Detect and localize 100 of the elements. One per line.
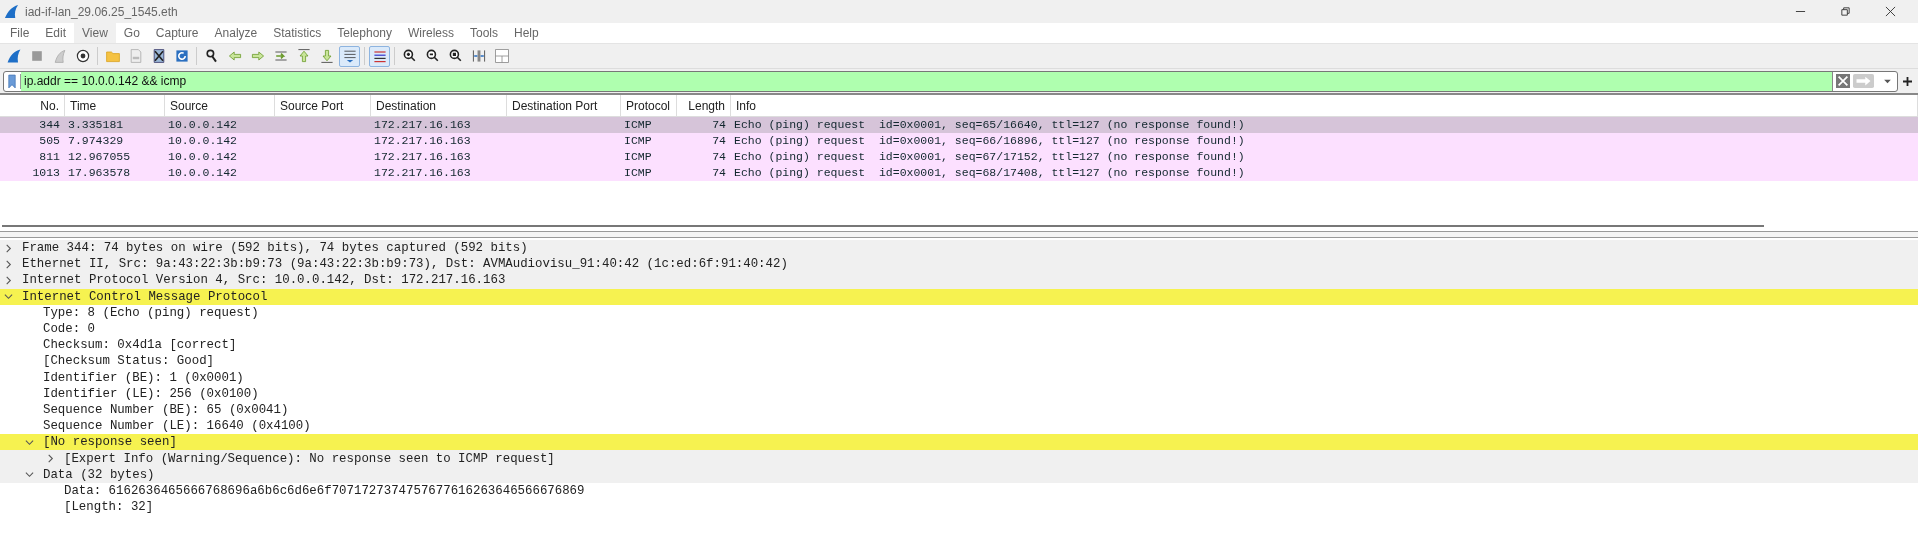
tree-row[interactable]: Code: 0 bbox=[0, 320, 1918, 338]
column-header[interactable]: Protocol bbox=[621, 95, 677, 116]
add-icon[interactable] bbox=[1903, 76, 1912, 86]
menu-item[interactable]: Edit bbox=[37, 23, 75, 43]
menu-item[interactable]: Tools bbox=[462, 23, 506, 43]
shark-fin-icon bbox=[4, 4, 19, 19]
tree-row[interactable]: Ethernet II, Src: 9a:43:22:3b:b9:73 (9a:43:22:3b:b9:73), Dst: AVMAudiovisu_91:40:42 (1c:ed:6f:91:40:42) bbox=[0, 256, 1918, 273]
table-cell-text: Echo (ping) request id=0x0001, seq=66/16896, ttl=127 (no response found!) bbox=[733, 133, 1246, 149]
colorize-icon[interactable] bbox=[369, 45, 390, 67]
table-cell-text: 10.0.0.142 bbox=[167, 165, 238, 181]
menu-item[interactable]: Go bbox=[115, 23, 148, 43]
packet-row[interactable]: 505 7.974329 10.0.0.142 172.217.16.163 ICMP 74 Echo (ping) request id=0x0001, seq=66/16896, ttl=127 (no response found!) bbox=[0, 133, 1918, 149]
menu-item[interactable]: Statistics bbox=[265, 23, 330, 43]
table-cell-text: 7.974329 bbox=[67, 133, 125, 149]
tree-item-text: Sequence Number (BE): 65 (0x0041) bbox=[43, 402, 289, 417]
menu-item[interactable]: Analyze bbox=[206, 23, 266, 43]
tree-item-text: Type: 8 (Echo (ping) request) bbox=[43, 305, 259, 320]
window-title: iad-if-lan_29.06.25_1545.eth bbox=[25, 4, 178, 19]
splitter-handle[interactable] bbox=[0, 231, 1918, 238]
table-cell-text: 10.0.0.142 bbox=[167, 117, 238, 133]
chevron-right-icon[interactable] bbox=[4, 259, 13, 269]
chevron-down-icon[interactable] bbox=[4, 292, 13, 302]
close-icon[interactable] bbox=[1885, 6, 1896, 17]
tree-row[interactable]: Type: 8 (Echo (ping) request) bbox=[0, 304, 1918, 321]
dropdown-caret-icon[interactable] bbox=[1884, 78, 1891, 84]
table-cell-text: 74 bbox=[711, 165, 727, 181]
chevron-down-icon[interactable] bbox=[25, 470, 34, 480]
menu-item[interactable]: File bbox=[2, 23, 38, 43]
packet-row[interactable]: 344 3.335181 10.0.0.142 172.217.16.163 ICMP 74 Echo (ping) request id=0x0001, seq=65/16640, ttl=127 (no response found!) bbox=[0, 117, 1918, 133]
packet-row[interactable]: 811 12.967055 10.0.0.142 172.217.16.163 ICMP 74 Echo (ping) request id=0x0001, seq=67/17152, ttl=127 (no response found!) bbox=[0, 149, 1918, 165]
table-cell-text: 12.967055 bbox=[67, 149, 132, 165]
menu-item[interactable]: Capture bbox=[147, 23, 207, 43]
table-cell-text: 344 bbox=[38, 117, 61, 133]
chevron-right-icon[interactable] bbox=[4, 243, 13, 253]
table-cell-text: ICMP bbox=[623, 149, 653, 165]
tree-row[interactable]: [Expert Info (Warning/Sequence): No response seen to ICMP request] bbox=[0, 450, 1918, 467]
tree-item-text: Ethernet II, Src: 9a:43:22:3b:b9:73 (9a:43:22:3b:b9:73), Dst: AVMAudiovisu_91:40:42 (1c:ed:6f:91:40:42) bbox=[22, 257, 788, 272]
menu-item[interactable]: View bbox=[74, 23, 116, 43]
table-cell-text: 10.0.0.142 bbox=[167, 133, 238, 149]
tree-item-text: [Checksum Status: Good] bbox=[43, 354, 215, 369]
tree-item-text: [Expert Info (Warning/Sequence): No response seen to ICMP request] bbox=[64, 451, 555, 466]
tree-row[interactable]: Identifier (BE): 1 (0x0001) bbox=[0, 369, 1918, 386]
tree-row[interactable]: Frame 344: 74 bytes on wire (592 bits), 74 bytes captured (592 bits) bbox=[0, 240, 1918, 257]
packet-row[interactable]: 1013 17.963578 10.0.0.142 172.217.16.163 ICMP 74 Echo (ping) request id=0x0001, seq=68/17408, ttl=127 (no response found!) bbox=[0, 165, 1918, 181]
chevron-down-icon[interactable] bbox=[25, 437, 34, 447]
table-cell-text: 74 bbox=[711, 117, 727, 133]
tree-row[interactable]: Data: 6162636465666768696a6b6c6d6e6f7071727374757677616263646566676869 bbox=[0, 482, 1918, 499]
table-cell-text: 1013 bbox=[31, 165, 61, 181]
table-cell-text: 74 bbox=[711, 149, 727, 165]
table-cell-text: 172.217.16.163 bbox=[373, 149, 472, 165]
tree-row[interactable]: [Length: 32] bbox=[0, 499, 1918, 516]
tree-row[interactable]: Checksum: 0x4d1a [correct] bbox=[0, 337, 1918, 354]
menu-item[interactable]: Telephony bbox=[329, 23, 400, 43]
tree-item-text: Data (32 bytes) bbox=[43, 467, 155, 482]
restore-icon[interactable] bbox=[1840, 6, 1851, 17]
tree-item-text: Data: 6162636465666768696a6b6c6d6e6f7071727374757677616263646566676869 bbox=[64, 483, 585, 498]
tree-row[interactable]: Sequence Number (BE): 65 (0x0041) bbox=[0, 401, 1918, 419]
table-cell-text: ICMP bbox=[623, 117, 653, 133]
table-cell-text: 505 bbox=[38, 133, 61, 149]
column-header[interactable]: No. bbox=[0, 95, 65, 116]
tree-item-text: Internet Control Message Protocol bbox=[22, 289, 268, 304]
tree-row[interactable]: Sequence Number (LE): 16640 (0x4100) bbox=[0, 418, 1918, 435]
tree-item-text: Sequence Number (LE): 16640 (0x4100) bbox=[43, 419, 311, 434]
tree-item-text: Internet Protocol Version 4, Src: 10.0.0.142, Dst: 172.217.16.163 bbox=[22, 273, 506, 288]
column-header[interactable]: Source bbox=[165, 95, 275, 116]
autoscroll-icon[interactable] bbox=[339, 45, 360, 67]
table-cell-text: ICMP bbox=[623, 133, 653, 149]
column-header[interactable]: Info bbox=[731, 95, 1918, 116]
table-cell-text: Echo (ping) request id=0x0001, seq=65/16640, ttl=127 (no response found!) bbox=[733, 117, 1246, 133]
tree-item-text: Identifier (BE): 1 (0x0001) bbox=[43, 370, 244, 385]
column-header[interactable]: Source Port bbox=[275, 95, 371, 116]
column-header[interactable]: Time bbox=[65, 95, 165, 116]
table-cell-text: 10.0.0.142 bbox=[167, 149, 238, 165]
display-filter-field[interactable]: ip.addr == 10.0.0.142 && icmp bbox=[3, 70, 1898, 92]
menu-item[interactable]: Wireless bbox=[400, 23, 462, 43]
tree-item-text: Frame 344: 74 bytes on wire (592 bits), 74 bytes captured (592 bits) bbox=[22, 241, 528, 256]
table-cell-text: 172.217.16.163 bbox=[373, 133, 472, 149]
column-header[interactable]: Length bbox=[677, 95, 731, 116]
tree-item-text: [Length: 32] bbox=[64, 500, 154, 515]
tree-row[interactable]: [Checksum Status: Good] bbox=[0, 353, 1918, 370]
menu-item[interactable]: Help bbox=[506, 23, 547, 43]
column-header[interactable]: Destination bbox=[371, 95, 507, 116]
tree-item-text: Identifier (LE): 256 (0x0100) bbox=[43, 386, 259, 401]
tree-row[interactable]: Identifier (LE): 256 (0x0100) bbox=[0, 385, 1918, 402]
table-cell-text: 172.217.16.163 bbox=[373, 117, 472, 133]
tree-row[interactable]: Internet Protocol Version 4, Src: 10.0.0.142, Dst: 172.217.16.163 bbox=[0, 272, 1918, 289]
chevron-right-icon[interactable] bbox=[4, 275, 13, 285]
table-cell-text: 811 bbox=[38, 149, 61, 165]
tree-row[interactable]: [No response seen] bbox=[0, 434, 1918, 451]
table-cell-text: ICMP bbox=[623, 165, 653, 181]
table-cell-text: 172.217.16.163 bbox=[373, 165, 472, 181]
clear-icon[interactable] bbox=[1836, 74, 1850, 88]
column-header[interactable]: Destination Port bbox=[507, 95, 621, 116]
scrollbar[interactable] bbox=[2, 225, 1764, 227]
tree-item-text: Checksum: 0x4d1a [correct] bbox=[43, 338, 237, 353]
chevron-right-icon[interactable] bbox=[46, 454, 55, 464]
tree-item-text: [No response seen] bbox=[43, 435, 177, 450]
tree-item-text: Code: 0 bbox=[43, 322, 96, 337]
table-cell-text: 3.335181 bbox=[67, 117, 125, 133]
table-cell-text: 74 bbox=[711, 133, 727, 149]
